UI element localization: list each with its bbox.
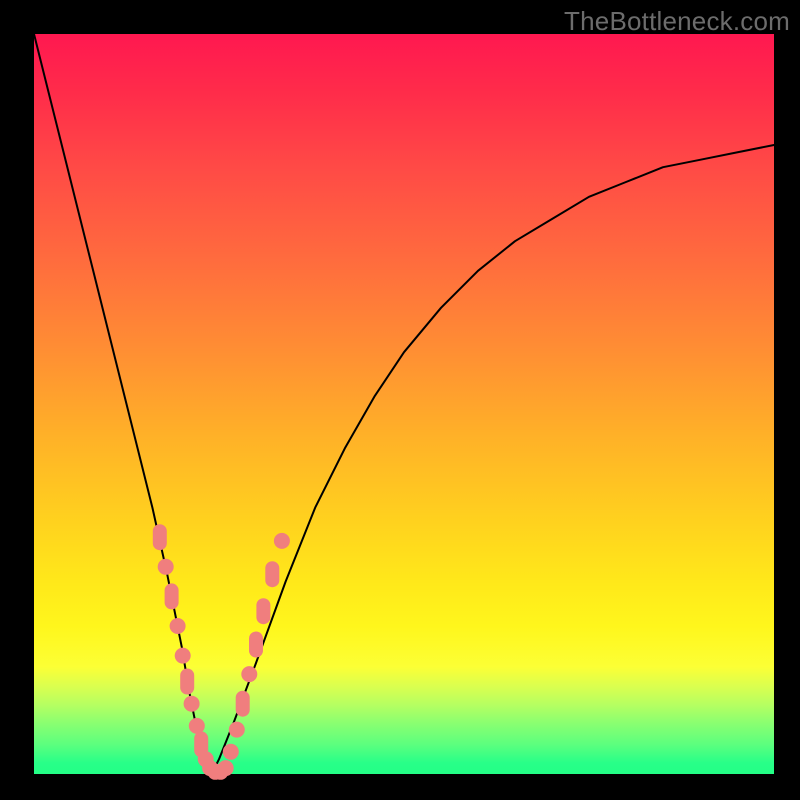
chart-frame: TheBottleneck.com	[0, 0, 800, 800]
bead	[274, 533, 290, 549]
bead	[265, 561, 279, 587]
bead	[184, 696, 200, 712]
bead	[256, 598, 270, 624]
plot-area	[34, 34, 774, 774]
bead	[175, 648, 191, 664]
bottleneck-curve-svg	[34, 34, 774, 774]
bottleneck-curve-path	[34, 34, 774, 774]
bead	[170, 618, 186, 634]
bead	[158, 559, 174, 575]
bead-group	[153, 524, 290, 780]
bead	[236, 691, 250, 717]
bead	[241, 666, 257, 682]
bead	[249, 632, 263, 658]
bead	[189, 718, 205, 734]
bead	[165, 583, 179, 609]
bead	[153, 524, 167, 550]
bead	[180, 669, 194, 695]
watermark-text: TheBottleneck.com	[564, 6, 790, 37]
bead	[218, 760, 234, 776]
bead	[223, 744, 239, 760]
bead	[229, 722, 245, 738]
